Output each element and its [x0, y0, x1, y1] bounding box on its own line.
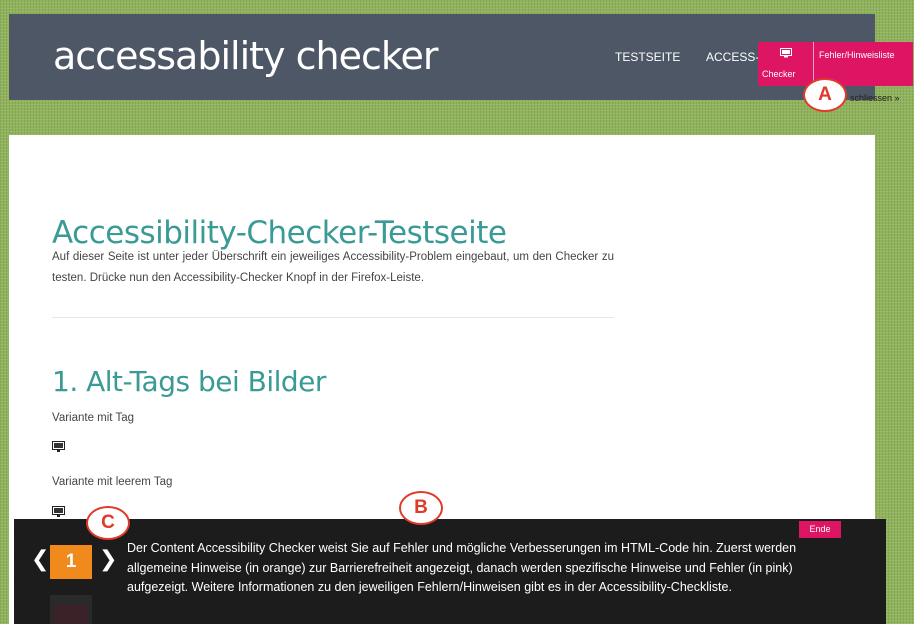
variant-label: Variante mit Tag — [52, 412, 135, 424]
ende-button[interactable]: Ende — [799, 521, 841, 538]
nav-link-testseite[interactable]: TESTSEITE — [615, 50, 680, 64]
callout-b: B — [399, 491, 443, 525]
fehler-hinweisliste-label: Fehler/Hinweisliste — [819, 50, 895, 60]
site-title[interactable]: accessability checker — [53, 34, 438, 78]
callout-a: A — [803, 78, 847, 112]
section-title: 1. Alt-Tags bei Bilder — [52, 365, 326, 398]
checker-label: Checker — [762, 69, 796, 79]
chevron-left-icon[interactable]: ❮ — [31, 549, 49, 571]
variant-label: Variante mit leerem Tag — [52, 476, 173, 488]
schliessen-link[interactable]: schliessen » — [850, 93, 900, 103]
intro-text: Auf dieser Seite ist unter jeder Übersch… — [52, 251, 614, 284]
site-header: accessability checker TESTSEITE ACCESS-F — [9, 14, 875, 100]
divider — [52, 317, 614, 318]
monitor-icon — [780, 48, 792, 60]
callout-c: C — [86, 506, 130, 540]
checker-toolbar-button[interactable]: Checker — [758, 42, 813, 86]
panel-info-text: Der Content Accessibility Checker weist … — [127, 541, 797, 594]
page-title: Accessibility-Checker-Testseite — [52, 215, 507, 251]
chevron-right-icon[interactable]: ❯ — [99, 549, 117, 571]
checker-info-panel: Ende ❮ 1 ❯ Der Content Accessibility Che… — [14, 519, 886, 624]
step-number-badge: 1 — [50, 545, 92, 579]
image-placeholder-icon — [52, 440, 65, 458]
next-step-marker — [50, 595, 92, 624]
